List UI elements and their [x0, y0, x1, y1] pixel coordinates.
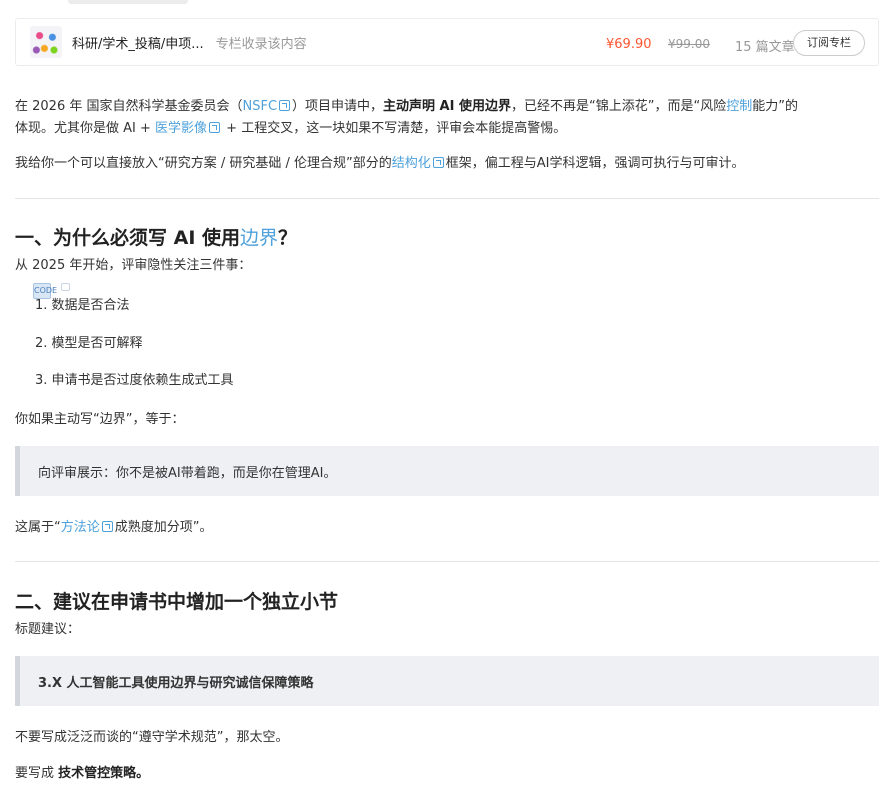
- text: 能力”的: [752, 99, 798, 114]
- paragraph-framework: 我给你一个可以直接放入“研究方案 / 研究基础 / 伦理合规”部分的结构化 框架，…: [15, 153, 745, 175]
- blockquote-text: 向评审展示：你不是被AI带着跑，而是你在管理AI。: [38, 466, 337, 481]
- column-price: ¥69.90: [606, 37, 652, 52]
- text: 一、为什么必须写 AI 使用: [15, 227, 241, 249]
- divider: [15, 561, 879, 562]
- text: 这属于“: [15, 520, 61, 535]
- link-control[interactable]: 控制: [726, 99, 752, 114]
- top-edge: [68, 0, 188, 4]
- text: 体现。尤其你是做 AI +: [15, 121, 156, 136]
- divider: [15, 198, 879, 199]
- link-boundary[interactable]: 边界: [240, 227, 278, 249]
- text: ，已经不再是“锦上添花”，而是“风险: [510, 99, 727, 114]
- link-nsfc[interactable]: NSFC: [242, 99, 277, 114]
- column-article-count: 15 篇文章: [735, 40, 795, 55]
- section1-heading: 一、为什么必须写 AI 使用边界？: [15, 223, 297, 250]
- paragraph-intro: 在 2026 年 国家自然科学基金委员会（NSFC ）项目申请中，主动声明 AI …: [15, 96, 798, 118]
- column-title[interactable]: 科研/学术_投稿/申项...: [72, 33, 204, 52]
- section1-after-list: 你如果主动写“边界”，等于：: [15, 412, 185, 427]
- bold-text: 主动声明 AI 使用边界: [383, 99, 511, 114]
- blockquote-text: 3.X 人工智能工具使用边界与研究诚信保障策略: [38, 676, 314, 691]
- external-link-icon: [432, 157, 444, 168]
- link-methodology[interactable]: 方法论: [61, 520, 100, 535]
- column-card[interactable]: 科研/学术_投稿/申项... 专栏收录该内容 ¥69.90 ¥99.00 15 …: [15, 18, 879, 66]
- column-old-price: ¥99.00: [668, 37, 710, 51]
- column-subtitle: 专栏收录该内容: [215, 36, 307, 52]
- text: + 工程交叉，这一块如果不写清楚，评审会本能提高警惕。: [222, 121, 567, 136]
- external-link-icon: [279, 100, 291, 111]
- section1-intro: 从 2025 年开始，评审隐性关注三件事：: [15, 258, 252, 273]
- blockquote: 向评审展示：你不是被AI带着跑，而是你在管理AI。: [15, 446, 879, 496]
- section2-p2: 要写成 技术管控策略。: [15, 763, 149, 785]
- column-cover-image: [30, 26, 62, 58]
- subscribe-column-button[interactable]: 订阅专栏: [793, 30, 865, 56]
- list-item: 1. 数据是否合法: [35, 298, 130, 313]
- text: 在 2026 年 国家自然科学基金委员会（: [15, 99, 243, 114]
- section1-last: 这属于“方法论 成熟度加分项”。: [15, 517, 213, 539]
- section2-heading: 二、建议在申请书中增加一个独立小节: [15, 591, 339, 613]
- blockquote-title-suggestion: 3.X 人工智能工具使用边界与研究诚信保障策略: [15, 656, 879, 706]
- text: 框架，偏工程与AI学科逻辑，强调可执行与可审计。: [445, 156, 745, 171]
- section2-p1: 不要写成泛泛而谈的“遵守学术规范”，那太空。: [15, 730, 289, 745]
- text: 要写成: [15, 766, 59, 781]
- bold-text: 技术管控策略。: [58, 766, 150, 781]
- text: ？: [278, 227, 298, 249]
- list-item: 2. 模型是否可解释: [35, 336, 143, 351]
- link-medical-imaging[interactable]: 医学影像: [155, 121, 207, 136]
- text: ）项目申请中，: [292, 99, 384, 114]
- paragraph-intro-line2: 体现。尤其你是做 AI + 医学影像 + 工程交叉，这一块如果不写清楚，评审会本…: [15, 118, 566, 140]
- code-copy-small-icon[interactable]: [61, 283, 70, 291]
- text: 成熟度加分项”。: [114, 520, 213, 535]
- text: 我给你一个可以直接放入“研究方案 / 研究基础 / 伦理合规”部分的: [15, 156, 392, 171]
- link-structured[interactable]: 结构化: [392, 156, 431, 171]
- section2-intro: 标题建议：: [15, 622, 81, 637]
- external-link-icon: [209, 122, 221, 133]
- external-link-icon: [101, 521, 113, 532]
- list-item: 3. 申请书是否过度依赖生成式工具: [35, 373, 234, 388]
